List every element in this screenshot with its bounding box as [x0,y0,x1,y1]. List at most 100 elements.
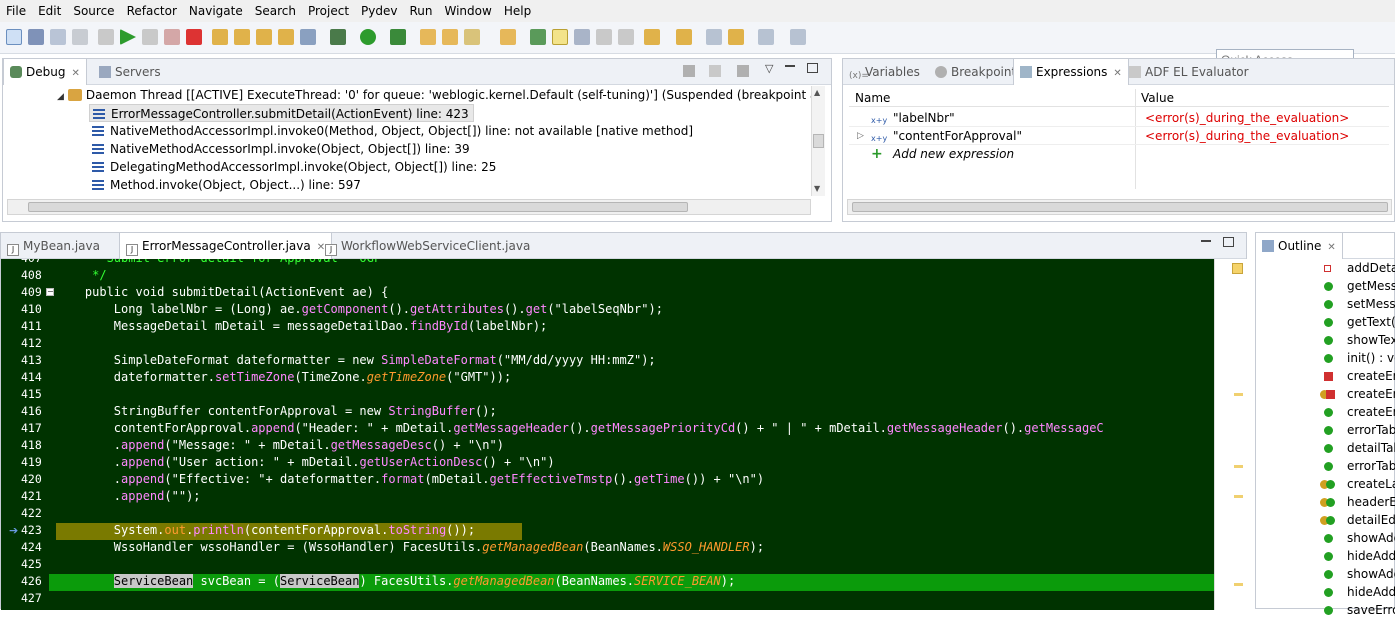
toggle-block-selection-icon[interactable] [574,29,590,45]
tab-expressions[interactable]: Expressions ✕ [1013,59,1129,85]
suspend-icon[interactable] [142,29,158,45]
step-icon[interactable] [709,65,721,77]
chevron-down-icon[interactable]: ▽ [765,62,773,75]
minimize-icon[interactable] [1201,240,1211,242]
line-number: 421 [21,489,42,503]
vertical-scrollbar[interactable]: ▲ ▼ [811,86,825,196]
drop-to-frame-icon[interactable] [278,29,294,45]
column-name-header[interactable]: Name [855,91,890,105]
run-icon[interactable] [360,29,376,45]
expressions-panel: (x)=Variables Breakpoints Expressions ✕ A… [842,58,1395,222]
menu-search[interactable]: Search [249,4,302,18]
code-editor: J MyBean.java J ErrorMessageController.jav… [0,232,1248,610]
tab-adf-el-evaluator[interactable]: ADF EL Evaluator [1123,59,1255,85]
tab-workflowwebserviceclient-label: WorkflowWebServiceClient.java [341,239,531,253]
tab-servers[interactable]: Servers [93,59,167,85]
tab-variables[interactable]: (x)=Variables [843,59,926,85]
view-menu-icon[interactable] [737,65,749,77]
line-number: 409 [21,285,42,299]
binary-icon[interactable] [98,29,114,45]
menu-edit[interactable]: Edit [32,4,67,18]
pilcrow-icon[interactable] [618,29,634,45]
open-folder-icon[interactable] [500,29,516,45]
code-area[interactable]: 407 408 409 410 411 412 413 414 415 416 … [1,259,1214,610]
disconnect-icon[interactable] [186,29,202,45]
code-line: WssoHandler wssoHandler = (WssoHandler) … [56,540,765,554]
stack-frame-selected[interactable]: ErrorMessageController.submitDetail(Acti… [89,104,474,122]
expand-arrow-icon[interactable]: ▷ [857,127,864,145]
step-return-icon[interactable] [256,29,272,45]
debug-icon[interactable] [330,29,346,45]
close-icon[interactable]: ✕ [1327,242,1335,253]
stack-frame[interactable]: NativeMethodAccessorImpl.invoke0(Method,… [92,122,693,140]
tab-errormessagecontroller[interactable]: J ErrorMessageController.java ✕ [119,233,333,259]
scroll-down-icon[interactable]: ▼ [814,184,820,193]
menu-navigate[interactable]: Navigate [183,4,249,18]
occurrence-mark[interactable] [1234,583,1243,586]
external-tools-icon[interactable] [390,29,406,45]
menu-file[interactable]: File [0,4,32,18]
menu-refactor[interactable]: Refactor [121,4,183,18]
add-expression-row[interactable]: + Add new expression [849,145,1389,163]
thread-row[interactable]: ◢ Daemon Thread [[ACTIVE] ExecuteThread: … [57,86,813,104]
terminate-icon[interactable] [164,29,180,45]
code-line: Long labelNbr = (Long) ae.getComponent()… [56,302,663,316]
tab-mybean[interactable]: J MyBean.java [1,233,106,259]
expression-row[interactable]: ▷ x+y "contentForApproval" <error(s)_dur… [849,127,1389,145]
open-type-icon[interactable] [420,29,436,45]
menu-help[interactable]: Help [498,4,537,18]
show-whitespace-icon[interactable] [596,29,612,45]
scrollbar-thumb[interactable] [813,134,824,148]
close-icon[interactable]: ✕ [1113,68,1121,79]
column-value-header[interactable]: Value [1141,91,1174,105]
next-edit-icon[interactable] [644,29,660,45]
warning-summary-icon[interactable] [1232,263,1243,274]
stack-frame[interactable]: NativeMethodAccessorImpl.invoke(Object, … [92,140,470,158]
expression-row[interactable]: x+y "labelNbr" <error(s)_during_the_eval… [849,109,1389,127]
scrollbar-thumb[interactable] [28,202,688,212]
close-icon[interactable]: ✕ [71,68,79,79]
stack-frame[interactable]: Method.invoke(Object, Object...) line: 5… [92,176,361,194]
maximize-icon[interactable] [1223,237,1234,247]
tab-outline[interactable]: Outline ✕ [1256,233,1343,259]
menu-source[interactable]: Source [67,4,120,18]
stack-frame[interactable]: DelegatingMethodAccessorImpl.invoke(Obje… [92,158,496,176]
remove-terminated-icon[interactable] [683,65,695,77]
save-all-icon[interactable] [50,29,66,45]
minimize-icon[interactable] [785,65,795,67]
collapse-icon[interactable]: − [46,288,54,296]
search-icon[interactable] [464,29,480,45]
step-over-icon[interactable] [234,29,250,45]
next-annotation-icon[interactable] [530,29,546,45]
prev-edit-icon[interactable] [676,29,692,45]
step-into-icon[interactable] [212,29,228,45]
menu-run[interactable]: Run [403,4,438,18]
save-icon[interactable] [28,29,44,45]
scrollbar-thumb[interactable] [852,202,1388,212]
use-step-filters-icon[interactable] [300,29,316,45]
occurrence-mark[interactable] [1234,495,1243,498]
overview-ruler[interactable] [1214,259,1248,610]
horizontal-scrollbar[interactable] [847,199,1392,215]
toggle-mark-occurrences-icon[interactable] [552,29,568,45]
back-icon[interactable] [728,29,744,45]
print-icon[interactable] [72,29,88,45]
menu-window[interactable]: Window [439,4,498,18]
pin-editor-icon[interactable] [790,29,806,45]
tab-debug[interactable]: Debug ✕ [3,59,87,85]
menu-pydev[interactable]: Pydev [355,4,403,18]
horizontal-scrollbar[interactable] [7,199,811,215]
resume-icon[interactable] [120,29,136,45]
new-icon[interactable] [6,29,22,45]
occurrence-mark[interactable] [1234,393,1243,396]
open-resource-icon[interactable] [442,29,458,45]
forward-icon[interactable] [758,29,774,45]
scroll-up-icon[interactable]: ▲ [814,88,820,97]
menu-project[interactable]: Project [302,4,355,18]
last-edit-icon[interactable] [706,29,722,45]
maximize-icon[interactable] [807,63,818,73]
expand-arrow-icon[interactable]: ◢ [57,92,64,102]
occurrence-mark[interactable] [1234,465,1243,468]
tab-debug-label: Debug [26,65,66,79]
tab-workflowwebserviceclient[interactable]: J WorkflowWebServiceClient.java [319,233,536,259]
